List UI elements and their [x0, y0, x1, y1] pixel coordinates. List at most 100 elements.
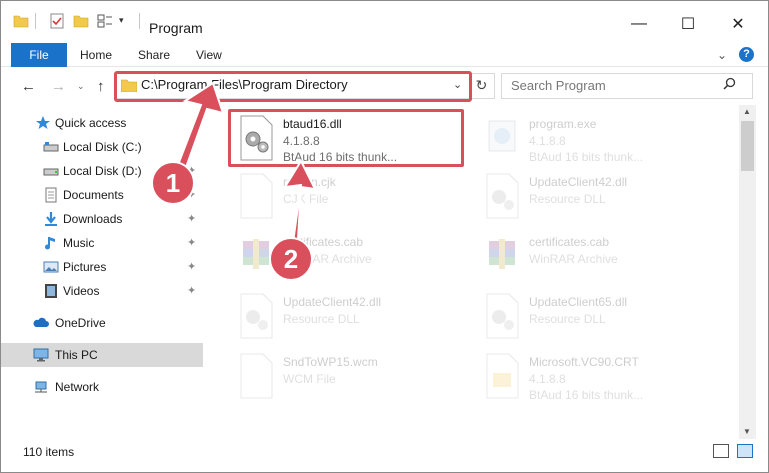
sidebar-item-videos[interactable]: Videos ✦: [1, 279, 203, 303]
scroll-up-icon[interactable]: ▲: [743, 107, 751, 116]
folder-file-icon: [486, 353, 519, 399]
file-name: Microsoft.VC90.CRT: [529, 355, 639, 369]
sidebar-item-downloads[interactable]: Downloads ✦: [1, 207, 203, 231]
file-name: rrenan.cjk: [283, 175, 336, 189]
properties-check-icon[interactable]: [49, 13, 65, 29]
step-2-callout: 2: [269, 237, 313, 281]
recent-locations-icon[interactable]: ⌄: [77, 81, 85, 92]
window-title: Program: [149, 20, 203, 36]
maximize-button[interactable]: ☐: [665, 9, 711, 39]
sidebar-item-label: Pictures: [63, 260, 107, 274]
sidebar-item-pictures[interactable]: Pictures ✦: [1, 255, 203, 279]
sidebar-item-quick-access[interactable]: Quick access: [1, 111, 203, 135]
file-item-updateclient42-dll[interactable]: UpdateClient42.dll Resource DLL: [473, 165, 713, 223]
search-placeholder: Search Program: [511, 78, 606, 93]
pictures-icon: [43, 261, 59, 273]
file-type: WCM File: [283, 372, 336, 386]
search-icon[interactable]: [723, 77, 736, 90]
file-type: CJK File: [283, 192, 329, 206]
quick-access-dropdown-icon[interactable]: ▾: [119, 15, 135, 31]
vertical-scrollbar[interactable]: ▲ ▼: [739, 105, 756, 439]
pin-icon: ✦: [187, 141, 197, 153]
file-type: Resource DLL: [529, 312, 606, 326]
back-button[interactable]: ←: [21, 78, 36, 95]
sidebar-item-network[interactable]: Network: [1, 375, 203, 399]
large-icons-view-icon[interactable]: [737, 444, 753, 458]
star-icon: [36, 116, 50, 129]
file-version: 4.1.8.8: [529, 134, 566, 148]
winrar-icon: [489, 239, 515, 269]
pin-icon: ✦: [187, 213, 197, 225]
folder-icon[interactable]: [13, 13, 29, 29]
network-icon: [35, 381, 47, 393]
file-type: WinRAR Archive: [529, 252, 618, 266]
downloads-icon: [45, 212, 57, 226]
file-item-sndtowp15-wcm[interactable]: SndToWP15.wcm WCM File: [227, 345, 467, 403]
ribbon-tabs: File Home Share View ⌄ ?: [1, 43, 768, 67]
dll-gear-icon: [486, 293, 519, 339]
title-bar: ▾ Program — ☐ ✕: [1, 1, 768, 41]
file-type: Resource DLL: [529, 192, 606, 206]
this-pc-icon: [33, 348, 49, 362]
scrollbar-thumb[interactable]: [741, 121, 754, 171]
expand-ribbon-icon[interactable]: ⌄: [717, 48, 727, 62]
address-highlight-box: [114, 71, 472, 102]
sidebar-item-onedrive[interactable]: OneDrive: [1, 311, 203, 335]
file-description: BtAud 16 bits thunk...: [529, 150, 644, 164]
file-item-certificates-cab[interactable]: certificates.cab WinRAR Archive: [227, 225, 467, 283]
file-name: UpdateClient42.dll: [283, 295, 382, 309]
new-folder-icon[interactable]: [73, 13, 89, 29]
refresh-icon[interactable]: ↻: [471, 75, 491, 95]
sidebar-item-label: Local Disk (C:): [63, 140, 142, 154]
sidebar-item-local-disk-c[interactable]: Local Disk (C:) ✦: [1, 135, 203, 159]
file-type: Resource DLL: [283, 312, 360, 326]
sidebar-item-music[interactable]: Music ✦: [1, 231, 203, 255]
file-item-updateclient42-dll[interactable]: UpdateClient42.dll Resource DLL: [227, 285, 467, 343]
drive-icon: [43, 142, 59, 152]
scroll-down-icon[interactable]: ▼: [743, 427, 751, 436]
tab-home[interactable]: Home: [80, 43, 112, 67]
file-name: SndToWP15.wcm: [283, 355, 378, 369]
file-name: program.exe: [529, 117, 597, 131]
dll-gear-icon: [486, 173, 519, 219]
step-1-callout: 1: [151, 161, 195, 205]
sidebar-item-label: Local Disk (D:): [63, 164, 142, 178]
toolbar-separator: [35, 13, 36, 29]
help-icon[interactable]: ?: [739, 47, 754, 62]
file-item-microsoft-vc90-crt[interactable]: Microsoft.VC90.CRT 4.1.8.8 BtAud 16 bits…: [473, 345, 713, 403]
tab-share[interactable]: Share: [138, 43, 170, 67]
file-item-program-exe[interactable]: program.exe 4.1.8.8 BtAud 16 bits thunk.…: [473, 107, 713, 165]
forward-button[interactable]: →: [51, 78, 66, 95]
pin-icon: ✦: [187, 285, 197, 297]
sidebar-item-this-pc[interactable]: This PC: [1, 343, 203, 367]
details-view-icon[interactable]: [713, 444, 729, 458]
documents-icon: [45, 187, 57, 203]
blank-file-icon: [240, 173, 273, 219]
up-button[interactable]: ↑: [97, 78, 105, 95]
file-item-certificates-cab[interactable]: certificates.cab WinRAR Archive: [473, 225, 713, 283]
status-bar: 110 items: [1, 441, 768, 463]
toolbar-separator: [139, 13, 140, 29]
tab-file[interactable]: File: [11, 43, 67, 67]
sidebar-item-label: Videos: [63, 284, 100, 298]
onedrive-icon: [33, 317, 49, 327]
navigation-bar: ← → ⌄ ↑ C:\Program Files\Program Directo…: [1, 69, 768, 103]
file-item-updateclient65-dll[interactable]: UpdateClient65.dll Resource DLL: [473, 285, 713, 343]
sidebar-item-label: Music: [63, 236, 95, 250]
file-description: BtAud 16 bits thunk...: [529, 388, 644, 402]
file-version: 4.1.8.8: [529, 372, 566, 386]
file-name: UpdateClient42.dll: [529, 175, 628, 189]
minimize-button[interactable]: —: [616, 9, 662, 39]
file-name: certificates.cab: [529, 235, 610, 249]
file-highlight-box: [228, 109, 464, 167]
sidebar-item-label: Documents: [63, 188, 124, 202]
tab-view[interactable]: View: [196, 43, 222, 67]
navigation-pane: Quick access Local Disk (C:) ✦ Local Dis…: [1, 105, 206, 439]
sidebar-item-label: Quick access: [55, 116, 127, 130]
item-count: 110 items: [23, 445, 75, 459]
explorer-window: ▾ Program — ☐ ✕ File Home Share View ⌄ ?…: [0, 0, 769, 473]
exe-icon: [488, 120, 516, 152]
close-button[interactable]: ✕: [715, 9, 761, 39]
file-item-cjk[interactable]: rrenan.cjk CJK File: [227, 165, 467, 223]
view-options-icon[interactable]: [97, 13, 113, 29]
